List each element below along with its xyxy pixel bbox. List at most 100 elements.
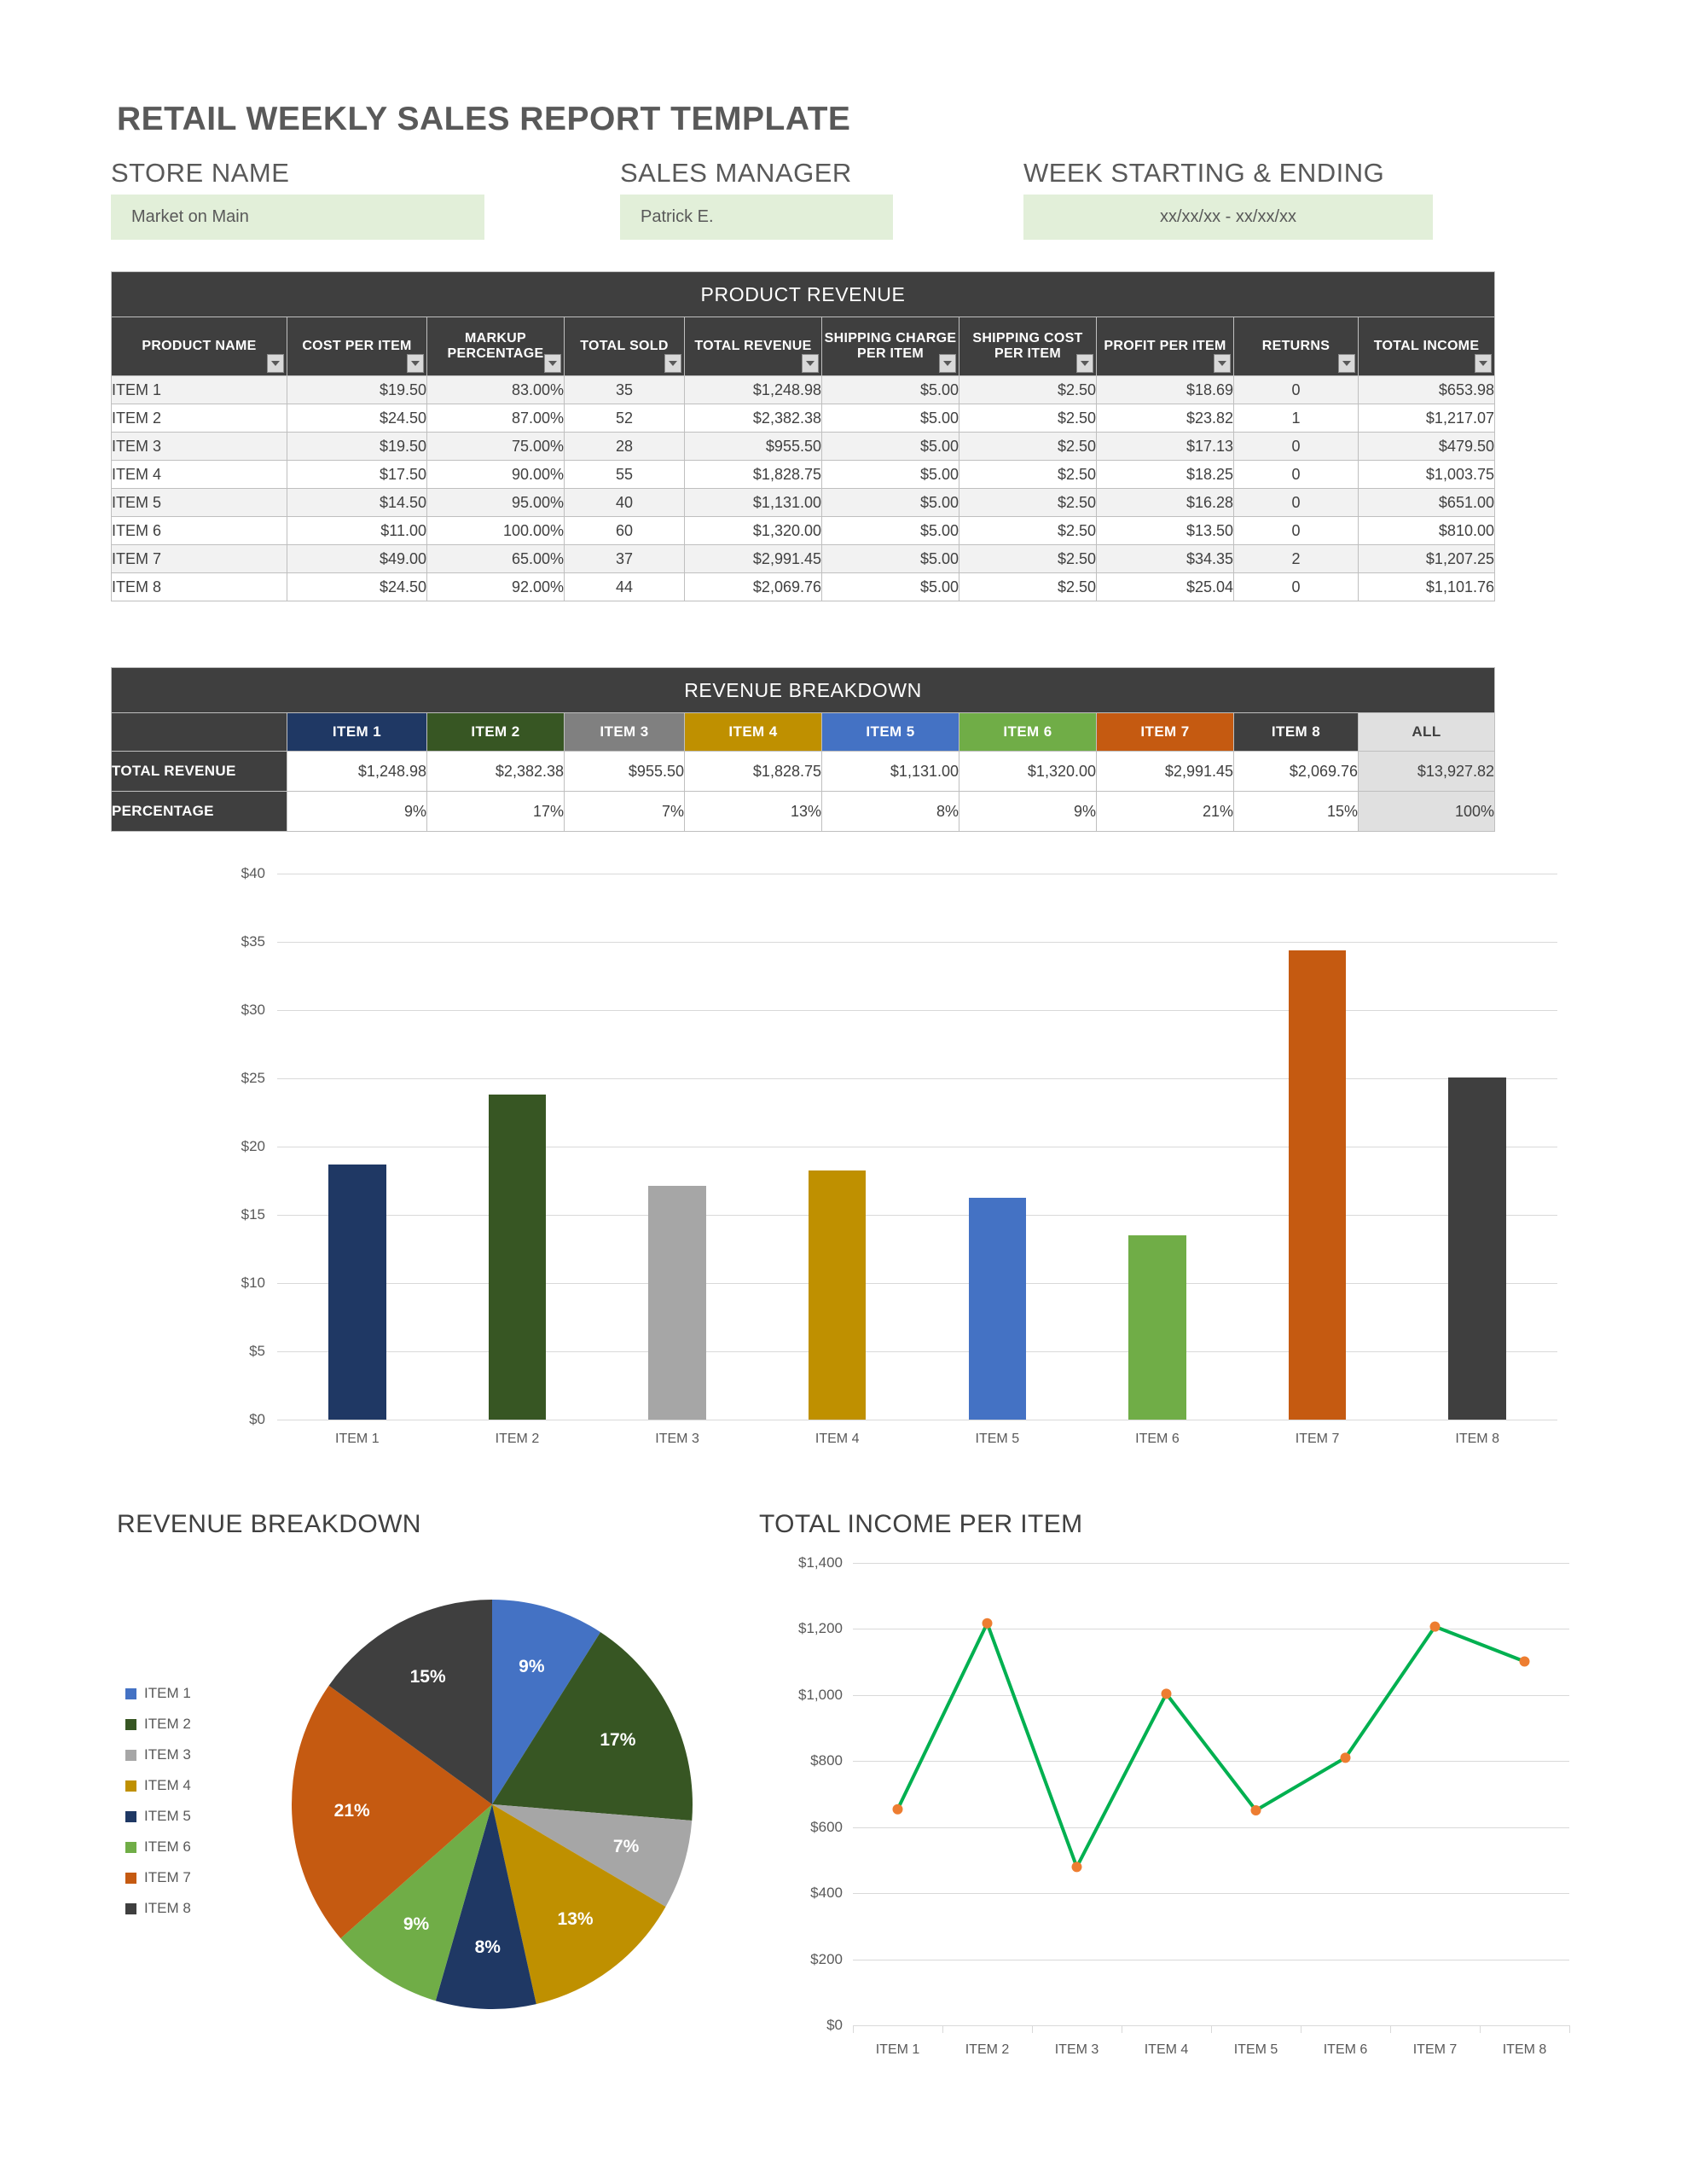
- column-header-label: COST PER ITEM: [302, 339, 412, 354]
- table-cell: ITEM 1: [111, 375, 287, 404]
- store-name-input[interactable]: Market on Main: [111, 195, 484, 240]
- column-header[interactable]: TOTAL REVENUE: [684, 317, 822, 376]
- table-cell: $17.13: [1096, 432, 1234, 461]
- row-label: PERCENTAGE: [111, 791, 287, 832]
- table-cell: 0: [1233, 375, 1359, 404]
- bar: [328, 1164, 386, 1420]
- table-cell: $23.82: [1096, 404, 1234, 433]
- legend-item: ITEM 3: [125, 1746, 191, 1763]
- column-header[interactable]: PRODUCT NAME: [111, 317, 287, 376]
- table-cell: $1,828.75: [684, 751, 822, 792]
- table-cell: $2,382.38: [684, 404, 822, 433]
- gridline: [277, 1283, 1557, 1284]
- filter-dropdown-icon[interactable]: [407, 354, 424, 373]
- y-axis-tick-label: $0: [249, 1411, 265, 1427]
- table-cell: 0: [1233, 572, 1359, 601]
- table-cell: $2,991.45: [684, 544, 822, 573]
- table-cell: $479.50: [1358, 432, 1495, 461]
- x-axis-tick-label: ITEM 2: [965, 2042, 1010, 2057]
- table-cell: $49.00: [287, 544, 427, 573]
- table-cell: $13.50: [1096, 516, 1234, 545]
- gridline: [277, 1215, 1557, 1216]
- filter-dropdown-icon[interactable]: [802, 354, 819, 373]
- revenue-breakdown-body: TOTAL REVENUE $1,248.98 $2,382.38 $955.50 $1…: [111, 751, 1495, 832]
- column-header[interactable]: SHIPPING CHARGE PER ITEM: [821, 317, 959, 376]
- table-cell: $17.50: [287, 460, 427, 489]
- x-axis-tick-label: ITEM 5: [975, 1432, 1020, 1446]
- x-axis-tick-label: ITEM 6: [1135, 1432, 1180, 1446]
- table-row: ITEM 6 $11.00 100.00% 60 $1,320.00 $5.00 $2.50…: [111, 516, 1495, 545]
- column-header[interactable]: SHIPPING COST PER ITEM: [959, 317, 1097, 376]
- revenue-breakdown-column-header: ITEM 2: [426, 712, 565, 752]
- table-row: ITEM 2 $24.50 87.00% 52 $2,382.38 $5.00 $2.50 $…: [111, 404, 1495, 433]
- x-axis-tick-label: ITEM 6: [1323, 2042, 1368, 2057]
- x-axis-tick-label: ITEM 4: [1144, 2042, 1189, 2057]
- revenue-breakdown-column-header: ITEM 5: [821, 712, 959, 752]
- revenue-breakdown-table: REVENUE BREAKDOWN ITEM 1 ITEM 2 ITEM 3 ITEM…: [111, 667, 1495, 832]
- filter-dropdown-icon[interactable]: [1214, 354, 1231, 373]
- column-header[interactable]: MARKUP PERCENTAGE: [426, 317, 565, 376]
- revenue-breakdown-corner-cell: [111, 712, 287, 752]
- table-cell: $18.25: [1096, 460, 1234, 489]
- legend-color-swatch: [125, 1718, 136, 1730]
- pie-chart-title: REVENUE BREAKDOWN: [117, 1510, 421, 1538]
- column-header[interactable]: TOTAL SOLD: [564, 317, 685, 376]
- y-axis-tick-label: $1,400: [798, 1554, 843, 1571]
- table-cell: 37: [564, 544, 685, 573]
- legend-item: ITEM 5: [125, 1808, 191, 1825]
- table-cell: 75.00%: [426, 432, 565, 461]
- column-header[interactable]: TOTAL INCOME: [1358, 317, 1495, 376]
- filter-dropdown-icon[interactable]: [267, 354, 284, 373]
- filter-dropdown-icon[interactable]: [664, 354, 681, 373]
- legend-color-swatch: [125, 1749, 136, 1761]
- column-header[interactable]: RETURNS: [1233, 317, 1359, 376]
- table-cell: 0: [1233, 516, 1359, 545]
- table-cell: ITEM 8: [111, 572, 287, 601]
- filter-dropdown-icon[interactable]: [544, 354, 561, 373]
- table-cell: 100%: [1358, 791, 1495, 832]
- legend-color-swatch: [125, 1687, 136, 1699]
- gridline: [277, 1351, 1557, 1352]
- y-axis-tick-label: $5: [249, 1343, 265, 1359]
- bar-chart-plot-area: $0 $5 $10 $15 $20 $25 $30 $35 $40 ITEM 1 ITEM 2 ITE…: [241, 865, 1557, 1446]
- table-cell: 13%: [684, 791, 822, 832]
- table-cell: $34.35: [1096, 544, 1234, 573]
- pie-slice-value-label: 21%: [333, 1800, 370, 1821]
- legend-color-swatch: [125, 1780, 136, 1792]
- column-header[interactable]: COST PER ITEM: [287, 317, 427, 376]
- table-cell: $1,828.75: [684, 460, 822, 489]
- filter-dropdown-icon[interactable]: [1338, 354, 1355, 373]
- bar: [808, 1170, 867, 1420]
- table-cell: 8%: [821, 791, 959, 832]
- table-cell: $2.50: [959, 544, 1097, 573]
- line-chart-svg: [892, 1618, 1530, 1873]
- table-cell: $1,320.00: [684, 516, 822, 545]
- table-cell: 28: [564, 432, 685, 461]
- legend-label: ITEM 4: [144, 1777, 191, 1793]
- pie-slice-value-label: 9%: [519, 1656, 545, 1676]
- table-cell: 21%: [1096, 791, 1234, 832]
- filter-dropdown-icon[interactable]: [1076, 354, 1093, 373]
- table-row: ITEM 7 $49.00 65.00% 37 $2,991.45 $5.00 $2.50 $…: [111, 544, 1495, 573]
- column-header[interactable]: PROFIT PER ITEM: [1096, 317, 1234, 376]
- column-header-label: SHIPPING CHARGE PER ITEM: [824, 331, 957, 361]
- x-axis-tick: [853, 2025, 854, 2033]
- table-cell: $5.00: [821, 572, 959, 601]
- table-cell: 17%: [426, 791, 565, 832]
- y-axis-tick-label: $40: [241, 865, 265, 881]
- filter-dropdown-icon[interactable]: [939, 354, 956, 373]
- column-header-label: SHIPPING COST PER ITEM: [972, 331, 1083, 361]
- filter-dropdown-icon[interactable]: [1475, 354, 1492, 373]
- table-cell: 1: [1233, 404, 1359, 433]
- revenue-breakdown-column-header: ITEM 1: [287, 712, 427, 752]
- y-axis-tick-label: $0: [826, 2017, 843, 2033]
- pie-slice-value-label: 13%: [557, 1909, 594, 1930]
- table-cell: $2.50: [959, 404, 1097, 433]
- column-header-label: TOTAL REVENUE: [694, 339, 812, 354]
- x-axis-tick-label: ITEM 8: [1502, 2042, 1547, 2057]
- sales-manager-input[interactable]: Patrick E.: [620, 195, 893, 240]
- week-range-input[interactable]: xx/xx/xx - xx/xx/xx: [1023, 195, 1433, 240]
- table-cell: ITEM 5: [111, 488, 287, 517]
- table-cell: 44: [564, 572, 685, 601]
- row-label: TOTAL REVENUE: [111, 751, 287, 792]
